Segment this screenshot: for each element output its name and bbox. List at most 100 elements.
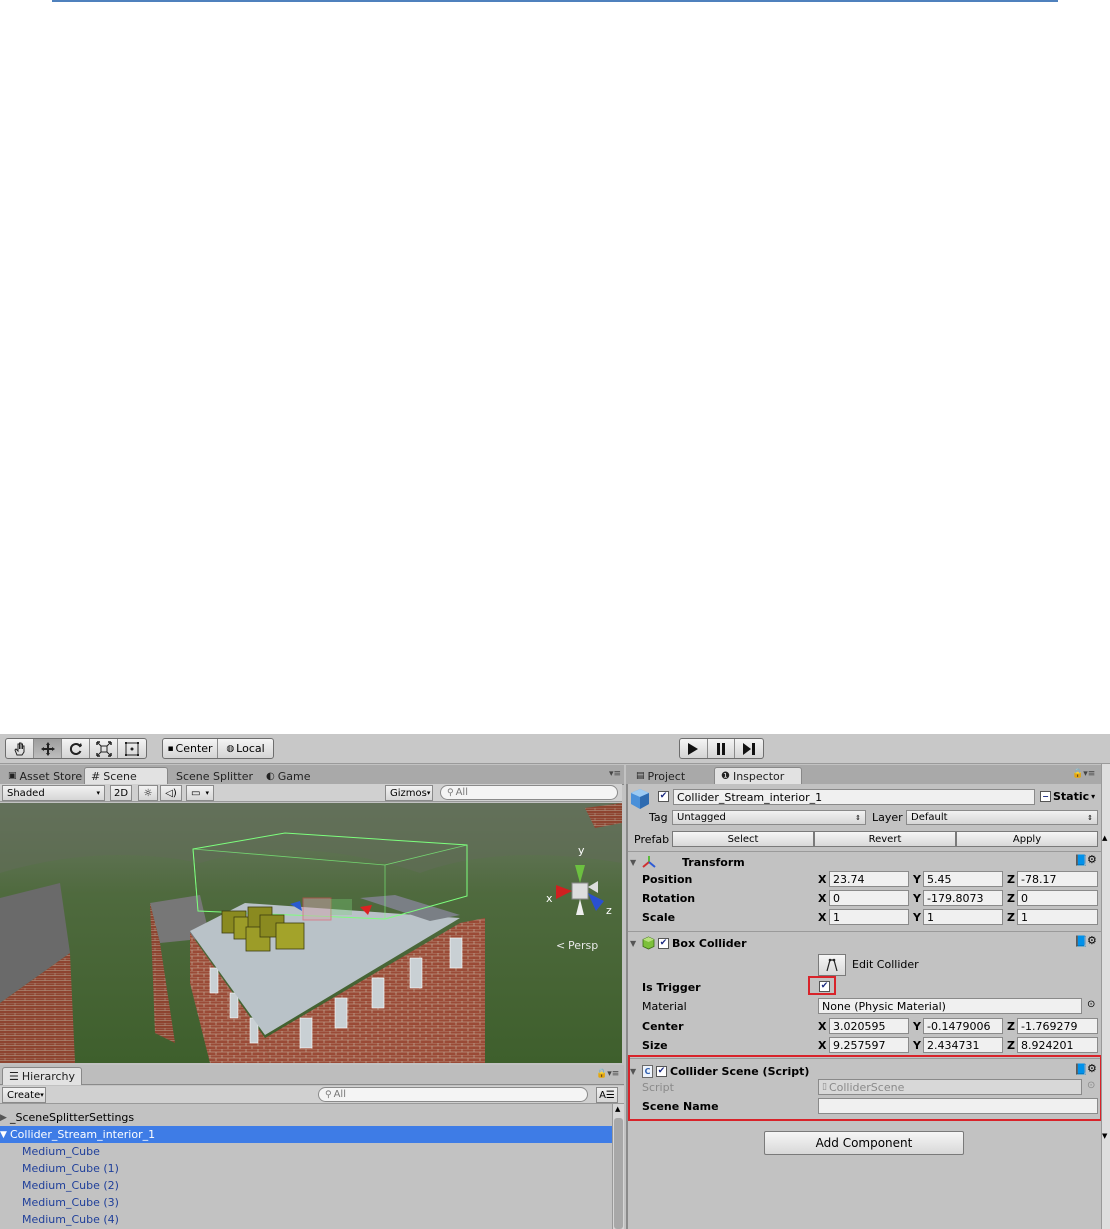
prefab-select-button[interactable]: Select [672, 831, 814, 847]
scale-z-field[interactable]: 1 [1017, 909, 1098, 925]
sort-button[interactable]: A☰ [596, 1087, 618, 1103]
tab-scene-splitter[interactable]: Scene Splitter [170, 767, 259, 785]
toggle-2d-button[interactable]: 2D [110, 785, 132, 801]
persp-glyph: < [556, 939, 565, 952]
position-y-field[interactable]: 5.45 [923, 871, 1003, 887]
material-field[interactable]: None (Physic Material) [818, 998, 1082, 1014]
position-x-field[interactable]: 23.74 [829, 871, 909, 887]
edit-collider-button[interactable] [818, 954, 846, 976]
tab-hierarchy[interactable]: ☰ Hierarchy [2, 1067, 82, 1085]
hierarchy-item[interactable]: Medium_Cube (1) [0, 1160, 612, 1177]
move-tool-button[interactable] [34, 739, 62, 758]
persp-label[interactable]: Persp [568, 939, 598, 952]
gear-icon[interactable]: ⚙ [1087, 853, 1097, 866]
collapsed-triangle-icon: ▶ [0, 1112, 7, 1123]
gear-icon[interactable]: ⚙ [1087, 934, 1097, 947]
draw-mode-dropdown[interactable]: Shaded ▾ [2, 785, 105, 801]
scene-viewport[interactable]: y x z < Persp [0, 803, 622, 1063]
transform-header[interactable]: ▼ Transform [630, 853, 1101, 871]
tag-value: Untagged [677, 812, 726, 823]
hierarchy-item-selected[interactable]: ▼ Collider_Stream_interior_1 [0, 1126, 612, 1143]
local-globe-icon: ◍ [226, 743, 235, 754]
dropdown-arrow-icon: ▾ [40, 1091, 44, 1099]
size-y-field[interactable]: 2.434731 [923, 1037, 1003, 1053]
highlight-box-is-trigger [808, 976, 836, 995]
position-x-value: 23.74 [833, 872, 865, 886]
center-label: Center [642, 1020, 684, 1033]
hierarchy-scrollbar[interactable]: ▲ [612, 1104, 624, 1229]
hierarchy-scroll-thumb[interactable] [614, 1118, 623, 1229]
rotate-tool-button[interactable] [62, 739, 90, 758]
create-dropdown[interactable]: Create ▾ [2, 1087, 46, 1103]
object-active-checkbox[interactable]: ✔ [658, 791, 669, 802]
hierarchy-item[interactable]: Medium_Cube (3) [0, 1194, 612, 1211]
pivot-toggles: ▪ Center ◍ Local [162, 738, 274, 759]
hierarchy-item[interactable]: Medium_Cube (2) [0, 1177, 612, 1194]
static-toggle[interactable]: − Static ▾ [1040, 790, 1095, 803]
prefab-apply-button[interactable]: Apply [956, 831, 1098, 847]
scene-tab-strip: ▣ Asset Store # Scene Scene Splitter ◐ G… [0, 765, 624, 785]
center-z-field[interactable]: -1.769279 [1017, 1018, 1098, 1034]
tag-dropdown[interactable]: Untagged ⇕ [672, 810, 866, 825]
add-component-button[interactable]: Add Component [764, 1131, 964, 1155]
pause-button[interactable] [708, 739, 736, 758]
document-top-rule [52, 0, 1058, 2]
object-name-field[interactable]: Collider_Stream_interior_1 [673, 789, 1035, 805]
object-picker-icon[interactable]: ⊙ [1087, 999, 1095, 1010]
axis-z-label: Z [1007, 911, 1015, 924]
audio-toggle[interactable]: ◁) [160, 785, 182, 801]
rotation-y-field[interactable]: -179.8073 [923, 890, 1003, 906]
rotation-z-field[interactable]: 0 [1017, 890, 1098, 906]
box-collider-header[interactable]: ▼ ✔ Box Collider [630, 934, 1101, 952]
tab-menu-icon[interactable]: ▾≡ [609, 769, 621, 779]
pivot-local-button[interactable]: ◍ Local [218, 739, 273, 758]
hierarchy-item[interactable]: ▶ _SceneSplitterSettings [0, 1109, 612, 1126]
hierarchy-item[interactable]: Medium_Cube [0, 1143, 612, 1160]
lock-menu-icon[interactable]: 🔒▾≡ [1072, 769, 1095, 779]
scale-x-field[interactable]: 1 [829, 909, 909, 925]
expanded-triangle-icon: ▼ [0, 1129, 7, 1140]
effects-dropdown[interactable]: ▭ ▾ [186, 785, 214, 801]
hierarchy-tab-strip: ☰ Hierarchy 🔒▾≡ [0, 1065, 624, 1085]
step-button[interactable] [735, 739, 763, 758]
scale-tool-button[interactable] [90, 739, 118, 758]
center-y-field[interactable]: -0.1479006 [923, 1018, 1003, 1034]
tab-project[interactable]: ▤ Project [630, 767, 691, 785]
lock-menu-icon[interactable]: 🔒▾≡ [596, 1069, 619, 1079]
prefab-revert-button[interactable]: Revert [814, 831, 956, 847]
tab-asset-store[interactable]: ▣ Asset Store [2, 767, 88, 785]
tab-game[interactable]: ◐ Game [260, 767, 316, 785]
axis-x-label: X [818, 873, 827, 886]
rect-tool-button[interactable] [118, 739, 146, 758]
hierarchy-search-input[interactable]: ⚲ All [318, 1087, 588, 1102]
help-book-icon[interactable]: 📘 [1074, 854, 1088, 867]
size-z-field[interactable]: 8.924201 [1017, 1037, 1098, 1053]
play-button[interactable] [680, 739, 708, 758]
rotation-x-field[interactable]: 0 [829, 890, 909, 906]
tab-scene-label: Scene [103, 770, 137, 783]
layer-dropdown[interactable]: Default ⇕ [906, 810, 1098, 825]
gizmos-dropdown[interactable]: Gizmos ▾ [385, 785, 433, 801]
dropdown-arrow-icon: ▾ [1091, 792, 1096, 801]
scene-search-input[interactable]: ⚲ All [440, 785, 618, 800]
lighting-toggle[interactable]: ☼ [138, 785, 158, 801]
pivot-center-button[interactable]: ▪ Center [163, 739, 219, 758]
axis-z-label: Z [1007, 1020, 1015, 1033]
center-x-field[interactable]: 3.020595 [829, 1018, 909, 1034]
position-y-value: 5.45 [927, 872, 952, 886]
hierarchy-search-placeholder: All [333, 1089, 346, 1100]
scale-y-field[interactable]: 1 [923, 909, 1003, 925]
axis-y-label: Y [913, 911, 921, 924]
static-label: Static [1053, 790, 1090, 803]
axis-y-label: Y [913, 1039, 921, 1052]
help-book-icon[interactable]: 📘 [1074, 935, 1088, 948]
size-x-field[interactable]: 9.257597 [829, 1037, 909, 1053]
hand-tool-button[interactable] [6, 739, 34, 758]
tab-inspector[interactable]: ❶ Inspector [714, 767, 802, 785]
info-icon: ❶ [721, 771, 730, 782]
hierarchy-item-label: Medium_Cube (3) [22, 1196, 119, 1209]
tab-scene[interactable]: # Scene [84, 767, 168, 785]
inspector-scrollbar[interactable]: ▲ ▼ [1101, 764, 1110, 1229]
hierarchy-item[interactable]: Medium_Cube (4) [0, 1211, 612, 1228]
position-z-field[interactable]: -78.17 [1017, 871, 1098, 887]
